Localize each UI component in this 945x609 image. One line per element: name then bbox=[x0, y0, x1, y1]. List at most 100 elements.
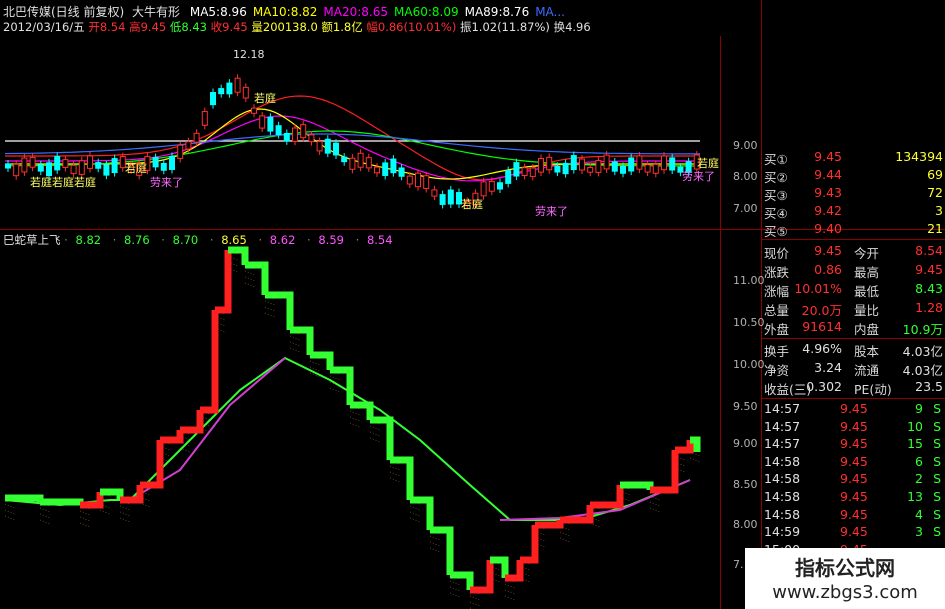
candle-body bbox=[513, 162, 520, 177]
tick-price: 9.45 bbox=[840, 489, 868, 504]
candle-body bbox=[431, 189, 438, 197]
indicator-cloud bbox=[429, 547, 441, 553]
quote-value: 91614 bbox=[802, 319, 842, 334]
fundamental-value: 0.302 bbox=[806, 379, 842, 394]
candle-body bbox=[308, 134, 315, 143]
indicator-step-segment bbox=[410, 496, 434, 530]
candle-body bbox=[152, 157, 159, 168]
candle-body bbox=[628, 157, 635, 172]
y-tick: 11.00 bbox=[733, 274, 765, 287]
tick-time: 14:58 bbox=[764, 506, 801, 522]
bid-row[interactable]: 买⑤ 9.40 21 bbox=[762, 221, 945, 239]
bid-row[interactable]: 买① 9.45 134394 bbox=[762, 149, 945, 167]
tick-row[interactable]: 14:59 9.45 3 S bbox=[762, 524, 945, 540]
indicator-cloud bbox=[119, 505, 131, 511]
candle-body bbox=[480, 181, 487, 197]
candle-body bbox=[160, 162, 167, 171]
indicator-cloud bbox=[469, 595, 481, 601]
tick-row[interactable]: 14:58 9.45 13 S bbox=[762, 489, 945, 505]
candle-body bbox=[538, 157, 544, 173]
candle-body bbox=[439, 194, 446, 205]
bid-label: 买③ bbox=[764, 188, 788, 203]
y-tick: 7. bbox=[733, 558, 744, 571]
tick-row[interactable]: 14:58 9.45 6 S bbox=[762, 454, 945, 470]
quote-label: 外盘 bbox=[764, 322, 790, 337]
indicator-step-segment bbox=[140, 440, 164, 489]
low-value: 8.43 bbox=[181, 20, 207, 34]
tick-row[interactable]: 14:58 9.45 4 S bbox=[762, 507, 945, 523]
bar-date: 2012/03/16/五 bbox=[3, 20, 85, 34]
tick-row[interactable]: 14:57 9.45 15 S bbox=[762, 436, 945, 452]
candle-body bbox=[300, 124, 307, 139]
candle-body bbox=[78, 160, 85, 175]
bid-label: 买② bbox=[764, 170, 788, 185]
indicator-cloud bbox=[449, 580, 461, 586]
bid-row[interactable]: 买③ 9.43 72 bbox=[762, 185, 945, 203]
candle-body bbox=[423, 175, 430, 189]
turnover-value: 4.96 bbox=[565, 20, 591, 34]
tick-price: 9.45 bbox=[840, 401, 868, 416]
y-tick: 9.50 bbox=[733, 400, 758, 413]
high-label: 高 bbox=[129, 20, 141, 34]
tick-volume: 9 bbox=[915, 401, 923, 416]
indicator-cloud bbox=[79, 522, 91, 528]
quote-label: 涨跌 bbox=[764, 265, 790, 280]
annotation-label: 劳来了 bbox=[535, 205, 568, 218]
quote-label: 现价 bbox=[764, 246, 790, 261]
low-label: 低 bbox=[169, 20, 182, 34]
indicator-cloud bbox=[504, 583, 516, 589]
candle-body bbox=[341, 156, 348, 163]
tick-row[interactable]: 14:57 9.45 10 S bbox=[762, 419, 945, 435]
indicator-cloud bbox=[119, 511, 131, 517]
bid-quantity: 69 bbox=[927, 167, 943, 182]
candle-body bbox=[620, 165, 626, 174]
indicator-cloud bbox=[309, 360, 321, 366]
quote-value: 1.28 bbox=[915, 300, 943, 315]
tick-time: 14:57 bbox=[764, 418, 801, 434]
y-tick: 8.50 bbox=[733, 478, 758, 491]
tick-side: S bbox=[933, 401, 941, 416]
indicator-cloud bbox=[289, 341, 301, 347]
open-label: 开 bbox=[88, 20, 100, 34]
candle-body bbox=[242, 86, 249, 99]
candle-body bbox=[505, 170, 512, 184]
ma-legend-item: MA60:8.09 bbox=[394, 5, 459, 19]
candle-body bbox=[218, 88, 225, 95]
candlestick-chart[interactable] bbox=[0, 36, 760, 226]
bid-row[interactable]: 买④ 9.42 3 bbox=[762, 203, 945, 221]
indicator-cloud bbox=[504, 595, 516, 601]
stock-title: 北巴传媒(日线 前复权) bbox=[3, 5, 125, 19]
indicator-cloud bbox=[349, 410, 361, 416]
candle-body bbox=[275, 125, 282, 136]
tick-row[interactable]: 14:58 9.45 2 S bbox=[762, 471, 945, 487]
indicator-step-segment bbox=[215, 250, 232, 314]
indicator-cloud bbox=[689, 457, 701, 463]
peak-price-label: 12.18 bbox=[233, 48, 265, 61]
indicator-cloud bbox=[39, 513, 51, 519]
tick-price: 9.45 bbox=[840, 418, 868, 434]
quote-value: 10.9万 bbox=[902, 322, 943, 337]
bid-quantity: 3 bbox=[935, 203, 943, 218]
fundamental-row: 净资 3.24 流通 4.03亿 bbox=[762, 360, 945, 378]
candle-body bbox=[603, 154, 610, 170]
quote-value: 9.45 bbox=[915, 262, 943, 277]
bid-row[interactable]: 买② 9.44 69 bbox=[762, 167, 945, 185]
indicator-cloud bbox=[409, 511, 421, 517]
indicator-cloud bbox=[449, 592, 461, 598]
candle-body bbox=[111, 158, 118, 174]
indicator-chart[interactable] bbox=[0, 230, 720, 609]
quote-label: 今开 bbox=[854, 246, 880, 261]
fundamental-label: PE(动) bbox=[854, 382, 892, 397]
candle-body bbox=[324, 138, 331, 154]
annotation-label: 劳来了 bbox=[682, 170, 715, 183]
annotation-label: 若庭 bbox=[461, 198, 483, 211]
bid-price: 9.42 bbox=[814, 203, 842, 218]
indicator-step-segment bbox=[180, 410, 204, 434]
tick-side: S bbox=[933, 489, 941, 504]
indicator-cloud bbox=[79, 516, 91, 522]
indicator-cloud bbox=[4, 515, 16, 521]
candle-body bbox=[406, 175, 413, 185]
tick-row[interactable]: 14:57 9.45 9 S bbox=[762, 401, 945, 417]
indicator-cloud bbox=[349, 422, 361, 428]
candle-body bbox=[193, 132, 200, 143]
